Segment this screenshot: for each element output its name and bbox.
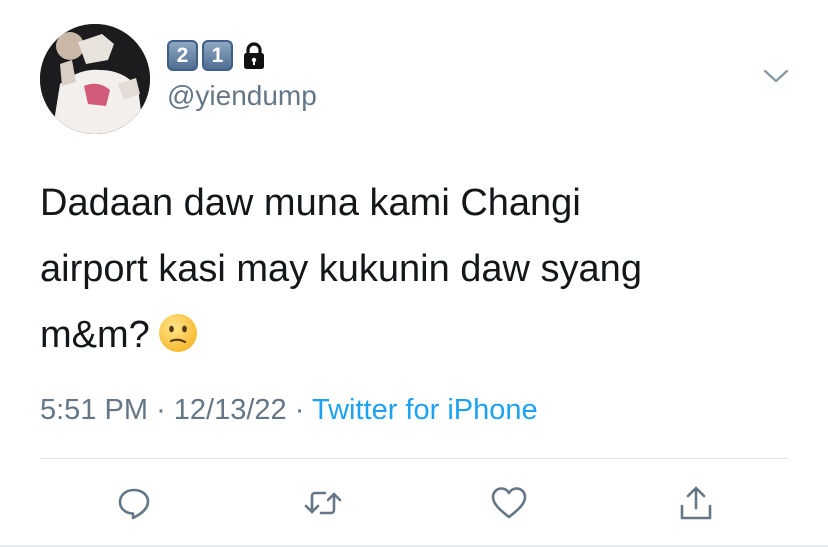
retweet-button[interactable] (300, 480, 346, 526)
meta-separator: · (156, 394, 166, 426)
tweet-text: Dadaan daw muna kami Changi airport kasi… (40, 170, 760, 368)
reply-icon (118, 488, 150, 520)
tweet-text-line: Dadaan daw muna kami Changi (40, 182, 581, 224)
divider (40, 458, 788, 459)
keycap-digit: 1 (202, 40, 233, 71)
tweet-time: 5:51 PM (40, 394, 148, 426)
like-button[interactable] (486, 480, 532, 526)
tweet-date: 12/13/22 (173, 394, 287, 426)
reply-button[interactable] (111, 480, 157, 526)
meta-separator: · (294, 394, 305, 426)
avatar-photo (40, 24, 150, 134)
avatar[interactable] (40, 24, 150, 134)
share-icon (680, 486, 712, 520)
retweet-icon (304, 491, 342, 515)
tweet-text-line: airport kasi may kukunin daw syang (40, 248, 642, 290)
share-button[interactable] (673, 480, 719, 526)
confused-face-emoji-icon (158, 314, 197, 352)
lock-icon (244, 41, 264, 69)
keycap-digit: 2 (167, 40, 198, 71)
tweet-meta: 5:51 PM · 12/13/22 · Twitter for iPhone (40, 394, 538, 427)
tweet-text-line: m&m? (40, 302, 760, 368)
user-handle[interactable]: @yiendump (167, 80, 317, 112)
heart-icon (491, 487, 527, 519)
tweet-source-link[interactable]: Twitter for iPhone (312, 394, 538, 426)
display-name[interactable]: 2 1 (167, 40, 267, 71)
chevron-down-icon[interactable] (762, 66, 790, 86)
tweet-text-line-content: m&m? (40, 314, 150, 356)
